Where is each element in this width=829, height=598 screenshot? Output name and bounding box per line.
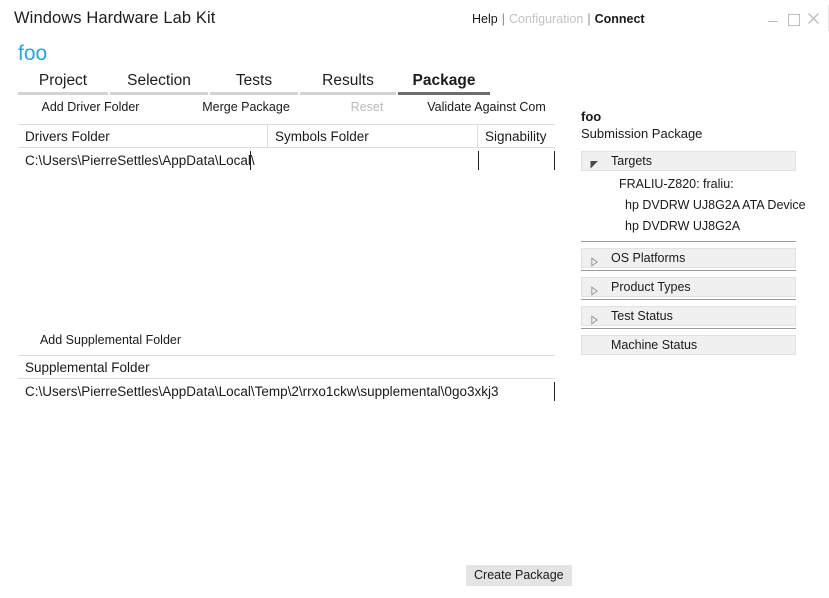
sidebar-group-os-platforms[interactable]: OS Platforms: [581, 248, 796, 268]
cell-symbols_folder[interactable]: [268, 148, 478, 172]
column-divider[interactable]: [267, 125, 268, 148]
drivers-grid: Drivers Folder Symbols Folder Signability …: [18, 124, 555, 171]
sidebar-group-targets[interactable]: Targets: [581, 151, 796, 171]
tab-underline-selection: [110, 92, 208, 95]
cell-signability[interactable]: [478, 148, 555, 172]
package-toolbar: Add Driver Folder Merge Package Reset Valid…: [0, 100, 570, 122]
add-supplemental-folder-button[interactable]: Add Supplemental Folder: [18, 333, 203, 353]
drivers-grid-header: Drivers Folder Symbols Folder Signability: [18, 125, 555, 148]
list-item[interactable]: hp DVDRW UJ8G2A ATA Device: [581, 195, 806, 216]
connect-link[interactable]: Connect: [595, 12, 645, 26]
tab-underline-project: [18, 92, 108, 95]
maximize-icon[interactable]: [787, 12, 800, 26]
text-caret: [250, 151, 251, 170]
merge-package-button[interactable]: Merge Package: [186, 100, 306, 120]
validate-against-com-button[interactable]: Validate Against Com: [414, 100, 559, 120]
app-title: Windows Hardware Lab Kit: [14, 9, 216, 27]
table-row[interactable]: C:\Users\PierreSettles\AppData\Local\: [18, 148, 555, 172]
list-item[interactable]: hp DVDRW UJ8G2A: [581, 216, 796, 237]
submission-sidebar: foo Submission Package Targets FRALIU-Z82…: [581, 108, 806, 355]
link-separator-1: |: [501, 12, 505, 26]
column-header-signability[interactable]: Signability: [478, 125, 555, 148]
header-links: Help | Configuration | Connect: [472, 12, 645, 26]
text-caret: [554, 151, 555, 170]
supplemental-grid-header: Supplemental Folder: [18, 356, 555, 379]
sidebar-title: foo: [581, 109, 602, 124]
column-divider[interactable]: [477, 125, 478, 148]
table-row[interactable]: C:\Users\PierreSettles\AppData\Local\Tem…: [18, 379, 555, 403]
minimize-icon[interactable]: [767, 12, 780, 25]
text-caret: [554, 382, 555, 401]
help-link[interactable]: Help: [472, 12, 498, 26]
column-header-supplemental-folder[interactable]: Supplemental Folder: [18, 356, 555, 379]
triangle-collapsed-icon[interactable]: [590, 283, 599, 296]
create-package-button[interactable]: Create Package: [466, 565, 572, 586]
cell-supplemental_folder[interactable]: C:\Users\PierreSettles\AppData\Local\Tem…: [18, 379, 555, 403]
link-separator-2: |: [587, 12, 591, 26]
cell-drivers_folder[interactable]: C:\Users\PierreSettles\AppData\Local\: [18, 148, 267, 172]
reset-button: Reset: [350, 100, 384, 114]
sidebar-group-list: Targets FRALIU-Z820: fraliu: hp DVDRW UJ8G…: [581, 151, 806, 355]
sidebar-group-label: Machine Status: [611, 338, 698, 352]
supplemental-grid: Supplemental Folder C:\Users\PierreSettl…: [18, 355, 555, 402]
close-icon[interactable]: [807, 12, 820, 25]
tab-underline-package: [398, 92, 490, 95]
tab-underline-results: [300, 92, 396, 95]
sidebar-children: FRALIU-Z820: fraliu: hp DVDRW UJ8G2A ATA …: [581, 171, 806, 239]
supplemental-toolbar: Add Supplemental Folder: [0, 333, 555, 355]
title-bar: Windows Hardware Lab Kit Help | Configurat…: [0, 0, 829, 38]
column-header-symbols-folder[interactable]: Symbols Folder: [268, 125, 478, 148]
triangle-collapsed-icon[interactable]: [590, 312, 599, 325]
sidebar-group-product-types[interactable]: Product Types: [581, 277, 796, 297]
sidebar-group-test-status[interactable]: Test Status: [581, 306, 796, 326]
text-caret: [478, 151, 479, 170]
application-window: Windows Hardware Lab Kit Help | Configurat…: [0, 0, 829, 598]
sidebar-group-machine-status[interactable]: Machine Status: [581, 335, 796, 355]
tab-underline-tests: [210, 92, 298, 95]
sidebar-subtitle: Submission Package: [581, 126, 703, 141]
list-item[interactable]: FRALIU-Z820: fraliu:: [581, 174, 796, 195]
window-controls: [767, 12, 820, 26]
project-name: foo: [18, 42, 48, 65]
triangle-collapsed-icon[interactable]: [590, 254, 599, 267]
configuration-link[interactable]: Configuration: [509, 12, 583, 26]
add-driver-folder-button[interactable]: Add Driver Folder: [18, 100, 163, 120]
column-header-drivers-folder[interactable]: Drivers Folder: [18, 125, 267, 148]
triangle-expanded-icon[interactable]: [590, 157, 599, 169]
